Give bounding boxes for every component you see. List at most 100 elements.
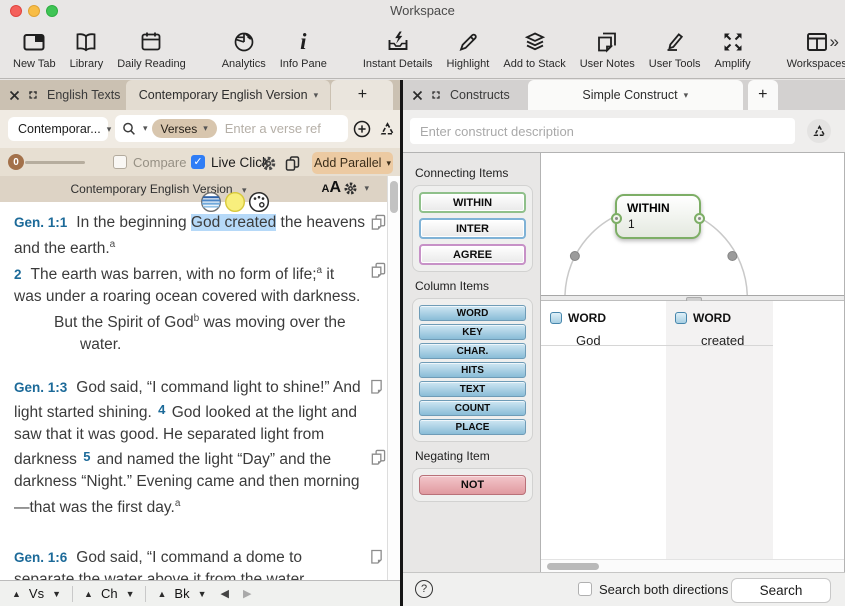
palette-button-agree[interactable]: AGREE [419,244,526,265]
copy-icon[interactable] [370,214,386,231]
verse-search-field[interactable]: ▾ Verses ▾ [115,115,348,142]
module-select-label: Contemporar... [18,122,101,136]
search-icon [121,121,137,137]
toolbar-item-user-notes[interactable]: User Notes [573,26,642,72]
column-item-type: WORD [693,311,731,325]
pane-divider[interactable] [400,80,403,606]
toolbar-item-add-to-stack[interactable]: Add to Stack [496,26,572,72]
search-options-chevron-icon[interactable]: ▾ [143,123,148,134]
note-icon[interactable] [370,379,386,396]
construct-canvas[interactable]: WITHIN 1 WORDGodWORDcreated [540,153,845,572]
window-title: Workspace [0,3,845,18]
toolbar-item-info-pane[interactable]: iInfo Pane [273,26,334,72]
palette-button-count[interactable]: COUNT [419,400,526,416]
verse-reference[interactable]: Gen. 1:1 [14,215,67,230]
node-connector-right[interactable] [694,213,705,224]
inline-verse-number[interactable]: 4 [156,402,167,417]
palette-button-within[interactable]: WITHIN [419,192,526,213]
duplicate-pane-icon[interactable] [282,153,302,173]
palette-button-place[interactable]: PLACE [419,419,526,435]
palette-button-key[interactable]: KEY [419,324,526,340]
live-click-checkbox[interactable]: ✓ [191,155,205,169]
palette-icon[interactable] [248,191,270,213]
new-tab-button[interactable]: + [748,80,778,110]
add-search-entry-icon[interactable] [352,119,372,139]
text-scrollbar[interactable] [387,176,400,580]
bible-text-body: Gen. 1:1In the beginning God created the… [0,202,387,580]
main-toolbar: New TabLibraryDaily Reading AnalyticsiInf… [0,22,845,79]
compare-slider-knob[interactable]: 0 [8,154,24,170]
expand-zone-icon[interactable] [430,89,442,101]
toolbar-item-label: User Tools [649,58,701,70]
node-connector-left[interactable] [611,213,622,224]
search-scope-pill[interactable]: Verses ▾ [152,119,217,138]
pane-settings-control[interactable]: ▾ [343,181,369,196]
construct-column-item[interactable]: WORDGod [541,301,666,346]
history-back-icon[interactable]: ◀ [221,587,229,600]
search-button[interactable]: Search [731,578,831,603]
live-click-gear-icon[interactable] [258,153,278,173]
toolbar-overflow-chevron-icon[interactable]: » [830,32,839,52]
toolbar-item-amplify[interactable]: Amplify [708,26,758,72]
step-down-icon[interactable]: ▼ [198,589,207,599]
scrollbar-thumb[interactable] [547,563,599,570]
search-both-directions-checkbox[interactable] [578,582,592,596]
toolbar-item-highlight[interactable]: Highlight [440,26,497,72]
yellow-highlight-icon[interactable] [224,191,246,213]
help-icon[interactable]: ? [415,580,433,598]
scrollbar-thumb[interactable] [390,181,398,213]
palette-button-not[interactable]: NOT [419,475,526,495]
text-size-control[interactable]: AA [321,179,341,197]
canvas-horizontal-scrollbar[interactable] [541,559,844,572]
step-up-icon[interactable]: ▲ [157,589,166,599]
new-tab-button[interactable]: + [331,80,393,110]
toolbar-item-analytics[interactable]: Analytics [215,26,273,72]
recycle-icon[interactable] [377,119,397,139]
zone-label: English Texts [47,88,120,102]
palette-button-word[interactable]: WORD [419,305,526,321]
verse-reference[interactable]: Gen. 1:3 [14,380,67,395]
tab-contemporary-english-version[interactable]: Contemporary English Version ▾ [126,80,330,110]
verse-reference-input[interactable] [223,120,342,137]
tab-simple-construct[interactable]: Simple Construct ▾ [528,80,743,110]
toolbar-item-daily-reading[interactable]: Daily Reading [110,26,192,72]
toolbar-item-library[interactable]: Library [63,26,111,72]
inline-verse-number[interactable]: 5 [81,449,92,464]
right-tab-bar: Constructs Simple Construct ▾ + [403,80,845,110]
toolbar-item-instant-details[interactable]: Instant Details [356,26,440,72]
copy-icon[interactable] [370,262,386,279]
step-down-icon[interactable]: ▼ [126,589,135,599]
footnote-marker[interactable]: a [110,239,116,250]
expand-zone-icon[interactable] [27,89,39,101]
verse-reference[interactable]: Gen. 1:6 [14,550,67,565]
compare-slider-track[interactable] [25,161,85,164]
add-parallel-button[interactable]: Add Parallel ▾ [312,152,393,174]
step-down-icon[interactable]: ▼ [52,589,61,599]
close-zone-icon[interactable] [9,90,20,101]
water-highlight-icon[interactable] [200,191,222,213]
close-zone-icon[interactable] [412,90,423,101]
within-node[interactable]: WITHIN 1 [615,194,701,239]
toolbar-item-new-tab[interactable]: New Tab [6,26,63,72]
copy-icon[interactable] [370,449,386,466]
palette-button-char[interactable]: CHAR. [419,343,526,359]
toolbar-item-user-tools[interactable]: User Tools [642,26,708,72]
note-icon[interactable] [370,549,386,566]
verse-number[interactable]: 2 [14,267,22,282]
compare-checkbox[interactable] [113,155,127,169]
palette-button-inter[interactable]: INTER [419,218,526,239]
construct-description-input[interactable] [410,118,795,144]
history-forward-icon[interactable]: ▶ [243,587,251,600]
step-up-icon[interactable]: ▲ [84,589,93,599]
nav-label: Ch [101,586,118,601]
recycle-icon[interactable] [807,119,831,143]
step-up-icon[interactable]: ▲ [12,589,21,599]
construct-column-item[interactable]: WORDcreated [666,301,773,346]
gear-icon [343,181,358,196]
verse-paragraph: 2The earth was barren, with no form of l… [14,260,366,308]
module-select-button[interactable]: Contemporar... ▾ [8,117,108,141]
palette-button-text[interactable]: TEXT [419,381,526,397]
construct-graph-area: WITHIN 1 [541,153,844,295]
footnote-marker[interactable]: a [175,498,181,509]
palette-button-hits[interactable]: HITS [419,362,526,378]
